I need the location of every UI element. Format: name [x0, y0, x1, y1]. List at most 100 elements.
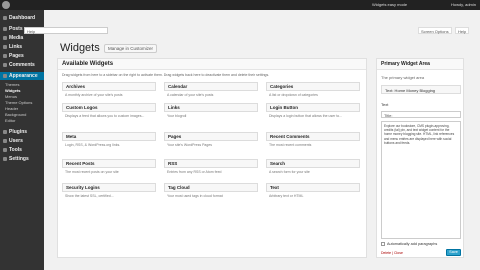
- menu-label: Pages: [9, 53, 24, 59]
- submenu-header[interactable]: Header: [5, 106, 18, 111]
- widget-login-button[interactable]: Login Button Displays a login button tha…: [266, 103, 360, 119]
- widget-title[interactable]: Pages: [164, 132, 258, 141]
- manage-button[interactable]: Manage in Customizer: [104, 44, 158, 53]
- comments-icon: [3, 63, 7, 67]
- submenu-menus[interactable]: Menus: [5, 94, 17, 99]
- widget-title[interactable]: Custom Logos: [62, 103, 156, 112]
- help-tab[interactable]: Help: [455, 27, 470, 34]
- widget-security-logins[interactable]: Security Logins Show the latest SSL, cer…: [62, 183, 156, 199]
- widget-text-area[interactable]: Explore our bookstore, CMS plugin-approv…: [381, 121, 461, 239]
- primary-widget-area-title: Primary Widget Area: [381, 61, 430, 67]
- widget-title[interactable]: Recent Posts: [62, 159, 156, 168]
- screen-frame: Widgets easy mode Howdy, admin Dashboard…: [0, 0, 480, 270]
- widget-title[interactable]: Categories: [266, 82, 360, 91]
- widget-description: A list or dropdown of categories: [269, 93, 318, 97]
- widget-description: A search form for your site: [269, 170, 310, 174]
- menu-item-media[interactable]: Media: [0, 34, 44, 42]
- widget-recent-posts[interactable]: Recent Posts The most recent posts on yo…: [62, 159, 156, 175]
- widget-description: Entries from any RSS or Atom feed: [167, 170, 222, 174]
- menu-item-tools[interactable]: Tools: [0, 146, 44, 154]
- media-icon: [3, 36, 7, 40]
- save-button[interactable]: Save: [446, 249, 461, 256]
- submenu-theme-options[interactable]: Theme Options: [5, 100, 32, 105]
- settings-icon: [3, 157, 7, 161]
- menu-item-settings[interactable]: Settings: [0, 155, 44, 163]
- widget-title[interactable]: Meta: [62, 132, 156, 141]
- widget-title[interactable]: Recent Comments: [266, 132, 360, 141]
- widget-description: Displays a login button that allows the …: [269, 114, 343, 118]
- menu-item-plugins[interactable]: Plugins: [0, 128, 44, 136]
- widget-tag-cloud[interactable]: Tag Cloud Your most used tags in cloud f…: [164, 183, 258, 199]
- primary-widget-area-header[interactable]: Primary Widget Area: [377, 59, 463, 70]
- menu-label: Comments: [9, 62, 35, 68]
- primary-widget-area-panel: Primary Widget Area The primary widget a…: [376, 58, 464, 258]
- widget-title[interactable]: Search: [266, 159, 360, 168]
- widget-title[interactable]: Text: [266, 183, 360, 192]
- primary-widget-area-description: The primary widget area: [381, 75, 425, 80]
- available-widgets-title: Available Widgets: [62, 61, 114, 67]
- widget-search[interactable]: Search A search form for your site: [266, 159, 360, 175]
- menu-label: Users: [9, 138, 23, 144]
- widget-title[interactable]: Archives: [62, 82, 156, 91]
- submenu-editor[interactable]: Editor: [5, 118, 15, 123]
- menu-label: Media: [9, 35, 24, 41]
- wordpress-logo-icon[interactable]: [2, 1, 10, 9]
- widget-text[interactable]: Text Arbitrary text or HTML: [266, 183, 360, 199]
- widget-description: Your most used tags in cloud format: [167, 194, 223, 198]
- widget-description: A calendar of your site's posts: [167, 93, 214, 97]
- widget-description: Your site's WordPress Pages: [167, 143, 213, 147]
- menu-item-comments[interactable]: Comments: [0, 61, 44, 69]
- screen-options-tab[interactable]: Screen Options: [418, 27, 452, 34]
- widget-description: The most recent posts on your site: [65, 170, 119, 174]
- widget-description: Your blogroll: [167, 114, 187, 118]
- widget-categories[interactable]: Categories A list or dropdown of categor…: [266, 82, 360, 98]
- text-widget-label: Text: [381, 102, 389, 107]
- widget-title[interactable]: Links: [164, 103, 258, 112]
- available-widgets-header[interactable]: Available Widgets: [58, 59, 366, 70]
- menu-item-pages[interactable]: Pages: [0, 52, 44, 60]
- widget-description: Show the latest SSL, certified...: [65, 194, 114, 198]
- widget-custom-logos[interactable]: Custom Logos Displays a feed that allows…: [62, 103, 156, 119]
- menu-item-users[interactable]: Users: [0, 137, 44, 145]
- appearance-icon: [3, 74, 7, 78]
- auto-paragraphs-checkbox[interactable]: [381, 242, 385, 246]
- widget-title[interactable]: RSS: [164, 159, 258, 168]
- active-text-widget[interactable]: Text: Home Money Blogging: [381, 85, 461, 94]
- widget-rss[interactable]: RSS Entries from any RSS or Atom feed: [164, 159, 258, 175]
- submenu-widgets[interactable]: Widgets: [5, 88, 21, 93]
- widget-pages[interactable]: Pages Your site's WordPress Pages: [164, 132, 258, 148]
- widget-description: Login, RSS, & WordPress.org links.: [65, 143, 121, 147]
- menu-label: Dashboard: [9, 15, 36, 21]
- widget-title-field[interactable]: Title:: [381, 111, 461, 118]
- available-widgets-description: Drag widgets from here to a sidebar on t…: [62, 73, 270, 77]
- submenu-background[interactable]: Background: [5, 112, 26, 117]
- dashboard-icon: [3, 16, 7, 20]
- posts-icon: [3, 27, 7, 31]
- widget-title[interactable]: Security Logins: [62, 183, 156, 192]
- widget-title[interactable]: Tag Cloud: [164, 183, 258, 192]
- widget-title[interactable]: Calendar: [164, 82, 258, 91]
- widget-calendar[interactable]: Calendar A calendar of your site's posts: [164, 82, 258, 98]
- widget-recent-comments[interactable]: Recent Comments The most recent comments: [266, 132, 360, 148]
- links-icon: [3, 45, 7, 49]
- widget-links[interactable]: Links Your blogroll: [164, 103, 258, 119]
- adminbar-widgets-item[interactable]: Widgets easy mode: [372, 2, 407, 7]
- menu-label: Plugins: [9, 129, 28, 135]
- widget-title[interactable]: Login Button: [266, 103, 360, 112]
- pages-icon: [3, 54, 7, 58]
- submenu-themes[interactable]: Themes: [5, 82, 19, 87]
- menu-label: Tools: [9, 147, 22, 153]
- widget-meta[interactable]: Meta Login, RSS, & WordPress.org links.: [62, 132, 156, 148]
- menu-item-dashboard[interactable]: Dashboard: [0, 14, 44, 22]
- menu-item-appearance[interactable]: Appearance: [0, 72, 44, 80]
- delete-close-link[interactable]: Delete | Close: [381, 251, 403, 255]
- menu-label: Links: [9, 44, 23, 50]
- address-field[interactable]: Help: [24, 27, 108, 34]
- widget-description: Displays a feed that allows you to custo…: [65, 114, 145, 118]
- tools-icon: [3, 148, 7, 152]
- admin-bar: Widgets easy mode Howdy, admin: [0, 0, 480, 10]
- menu-label: Settings: [9, 156, 29, 162]
- widget-archives[interactable]: Archives A monthly archive of your site'…: [62, 82, 156, 98]
- adminbar-howdy[interactable]: Howdy, admin: [451, 2, 476, 7]
- menu-item-links[interactable]: Links: [0, 43, 44, 51]
